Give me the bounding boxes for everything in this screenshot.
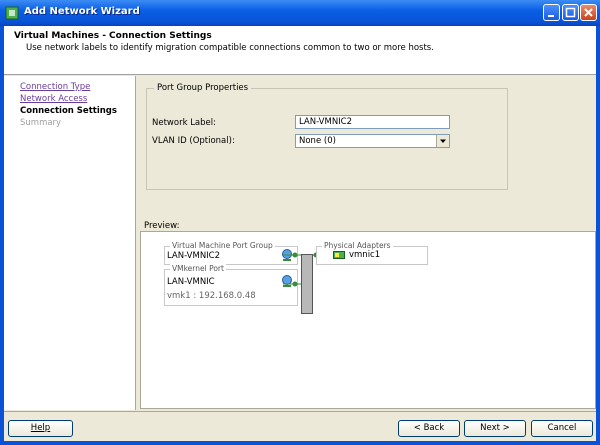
next-suffix: > xyxy=(499,423,510,433)
step-connection-type[interactable]: Connection Type xyxy=(20,82,90,92)
port-dot xyxy=(292,281,298,287)
window-app-icon xyxy=(5,6,19,20)
dropdown-arrow-button[interactable] xyxy=(436,135,449,147)
port-dot xyxy=(292,252,298,258)
page-title: Virtual Machines - Connection Settings xyxy=(14,31,212,41)
adapter-name: vmnic1 xyxy=(349,250,381,260)
nic-icon xyxy=(333,251,345,259)
step-network-access[interactable]: Network Access xyxy=(20,94,87,104)
port-group-properties: Network Label: LAN-VMNIC2 VLAN ID (Optio… xyxy=(146,88,508,190)
vlan-id-value: None (0) xyxy=(299,136,336,146)
maximize-icon xyxy=(565,7,576,18)
close-button[interactable] xyxy=(580,4,597,21)
back-button[interactable]: < Back xyxy=(398,420,460,437)
title-bar[interactable]: Add Network Wizard xyxy=(0,0,600,26)
preview-label: Preview: xyxy=(144,221,180,231)
wizard-header: Virtual Machines - Connection Settings U… xyxy=(4,26,596,75)
physical-adapters: Physical Adapters vmnic1 xyxy=(316,241,428,265)
step-connection-settings: Connection Settings xyxy=(20,106,117,116)
step-summary: Summary xyxy=(20,118,62,128)
close-icon xyxy=(584,8,593,17)
network-label-label: Network Label: xyxy=(152,118,216,128)
back-label: Back xyxy=(423,423,445,433)
dropdown-arrow-icon xyxy=(440,139,446,143)
window-title: Add Network Wizard xyxy=(24,6,140,17)
network-preview: Virtual Machine Port Group LAN-VMNIC2 VM… xyxy=(140,231,596,409)
help-button[interactable]: Help xyxy=(8,420,73,437)
back-prefix: < xyxy=(413,423,424,433)
help-label: Help xyxy=(30,423,51,433)
wizard-footer: Help < Back Next > Cancel xyxy=(4,411,596,442)
wizard-client: Virtual Machines - Connection Settings U… xyxy=(4,26,596,441)
virtual-switch xyxy=(301,254,313,314)
network-label-input[interactable]: LAN-VMNIC2 xyxy=(295,115,450,129)
main-content: Network Label: LAN-VMNIC2 VLAN ID (Optio… xyxy=(136,76,596,410)
next-button[interactable]: Next > xyxy=(464,420,526,437)
minimize-icon xyxy=(548,15,554,17)
vlan-id-select[interactable]: None (0) xyxy=(295,134,450,148)
vlan-id-label: VLAN ID (Optional): xyxy=(152,136,235,146)
minimize-button[interactable] xyxy=(543,4,560,21)
next-label: Next xyxy=(480,423,500,433)
physical-adapters-legend: Physical Adapters xyxy=(322,241,393,250)
wizard-steps: Connection Type Network Access Connectio… xyxy=(4,76,136,410)
cancel-button[interactable]: Cancel xyxy=(531,420,593,437)
page-subtitle: Use network labels to identify migration… xyxy=(26,43,434,53)
maximize-button[interactable] xyxy=(562,4,579,21)
port-group-legend: Port Group Properties xyxy=(154,83,252,93)
wizard-window: Add Network Wizard Virtual Machines - Co… xyxy=(0,0,600,445)
cancel-label: Cancel xyxy=(547,423,577,433)
